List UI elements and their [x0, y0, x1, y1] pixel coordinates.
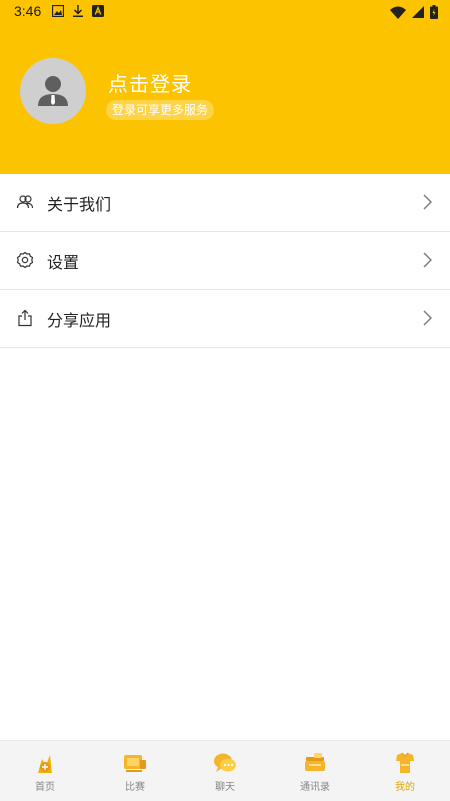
menu-item-settings[interactable]: 设置: [0, 232, 450, 290]
status-system-icons: [390, 5, 438, 23]
tab-label: 聊天: [215, 782, 235, 793]
chevron-right-icon: [423, 310, 432, 326]
home-icon: [38, 755, 52, 773]
share-icon: [18, 309, 32, 327]
status-bar: 3:46: [0, 0, 450, 24]
download-icon: [72, 5, 84, 17]
bottom-tab-bar: 首页 比赛 聊天 通讯录 我的: [0, 740, 450, 801]
settings-menu: 关于我们 设置 分享应用: [0, 174, 450, 348]
status-notification-icons: [51, 4, 104, 18]
menu-item-label: 关于我们: [47, 195, 112, 214]
tab-label: 我的: [395, 782, 415, 793]
menu-item-label: 分享应用: [47, 311, 112, 330]
tab-home[interactable]: 首页: [0, 741, 90, 801]
tab-label: 比赛: [125, 782, 145, 793]
profile-header: 3:46 点击登录 登录可享更多服务: [0, 0, 450, 174]
image-icon: [51, 4, 65, 18]
chevron-right-icon: [423, 252, 432, 268]
battery-icon: [430, 5, 438, 23]
menu-item-label: 设置: [47, 253, 80, 272]
tab-profile[interactable]: 我的: [360, 741, 450, 801]
status-time: 3:46: [14, 3, 42, 19]
signal-icon: [412, 6, 424, 22]
profile-icon: [396, 752, 414, 773]
chat-icon: [214, 753, 236, 772]
match-icon: [124, 755, 146, 772]
a-icon: [92, 5, 104, 17]
gear-icon: [16, 251, 34, 269]
tab-contacts[interactable]: 通讯录: [270, 741, 360, 801]
tab-label: 通讯录: [300, 782, 330, 793]
login-title[interactable]: 点击登录: [108, 68, 192, 97]
wifi-icon: [390, 6, 406, 23]
login-subtitle: 登录可享更多服务: [106, 100, 215, 120]
tab-label: 首页: [35, 782, 55, 793]
menu-item-share[interactable]: 分享应用: [0, 290, 450, 348]
tab-match[interactable]: 比赛: [90, 741, 180, 801]
contacts-icon: [305, 753, 325, 771]
menu-item-about[interactable]: 关于我们: [0, 174, 450, 232]
people-icon: [16, 195, 34, 209]
tab-chat[interactable]: 聊天: [180, 741, 270, 801]
chevron-right-icon: [423, 194, 432, 210]
person-icon: [38, 76, 68, 106]
avatar[interactable]: [20, 58, 86, 124]
